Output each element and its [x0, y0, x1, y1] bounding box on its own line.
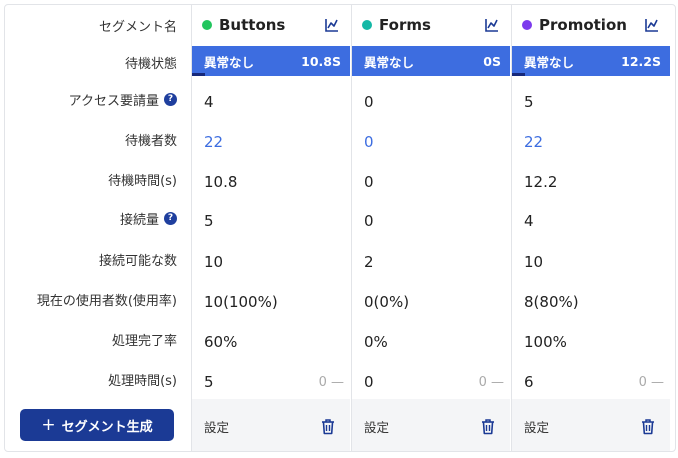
segment-name: Forms — [379, 16, 431, 34]
segment-header: Forms — [352, 5, 510, 45]
wait-time-value: 10.8 — [204, 173, 238, 191]
chart-icon[interactable] — [484, 17, 500, 33]
waiting-count-link[interactable]: 22 — [524, 122, 664, 162]
plus-icon: + — [41, 415, 56, 435]
processing-time-value: 5 0 — — [204, 362, 344, 402]
processing-trend: 0 — — [318, 374, 344, 390]
status-time: 0S — [483, 53, 501, 69]
status-progress-fill — [192, 73, 205, 76]
segment-header: Buttons — [192, 5, 350, 45]
label-processing-time: 処理時間(s) — [108, 373, 177, 389]
label-segment-name: セグメント名 — [98, 19, 177, 35]
segment-header: Promotion — [512, 5, 670, 45]
status-text: 異常なし — [364, 54, 415, 70]
access-requests-value: 5 — [524, 93, 534, 111]
segment-color-dot — [362, 20, 372, 30]
label-connections: 接続量? — [5, 198, 177, 238]
label-current-usage: 現在の使用者数(使用率) — [36, 293, 177, 309]
connections-value: 5 — [204, 212, 214, 230]
label-completion-rate: 処理完了率 — [111, 333, 177, 349]
trash-icon[interactable] — [320, 418, 336, 435]
status-progress-fill — [512, 73, 525, 76]
connectable-value: 2 — [364, 253, 374, 271]
label-access-requests: アクセス要請量? — [5, 79, 177, 119]
segment-footer: 設定 — [512, 399, 670, 451]
processing-time-value: 0 0 — — [364, 362, 504, 402]
segment-name: Promotion — [539, 16, 627, 34]
current-usage-value: 10(100%) — [204, 293, 278, 311]
connections-value: 4 — [524, 212, 534, 230]
segment-table: セグメント名 待機状態 アクセス要請量? 待機者数 待機時間(s) 接続量? 接… — [4, 4, 676, 452]
connections-value: 0 — [364, 212, 374, 230]
segment-name: Buttons — [219, 16, 286, 34]
connectable-value: 10 — [204, 253, 224, 271]
trash-icon[interactable] — [640, 418, 656, 435]
help-icon[interactable]: ? — [164, 211, 177, 225]
wait-status-bar: 異常なし 10.8S — [192, 46, 350, 76]
status-text: 異常なし — [524, 54, 575, 70]
status-text: 異常なし — [204, 54, 255, 70]
wait-time-value: 12.2 — [524, 173, 558, 191]
current-usage-value: 0(0%) — [364, 293, 410, 311]
segment-column: Forms 異常なし 0S 0 0 0 0 2 0(0%) 0% 0 0 — 設… — [351, 5, 510, 451]
settings-link[interactable]: 設定 — [524, 417, 549, 436]
segment-footer: 設定 — [192, 399, 350, 451]
completion-rate-value: 100% — [524, 333, 567, 351]
segment-column: Promotion 異常なし 12.2S 5 22 12.2 4 10 8(80… — [511, 5, 670, 451]
segment-column: Buttons 異常なし 10.8S 4 22 10.8 5 10 10(100… — [191, 5, 350, 451]
label-wait-time: 待機時間(s) — [108, 173, 177, 189]
processing-time-number: 6 — [524, 373, 534, 391]
chart-icon[interactable] — [324, 17, 340, 33]
settings-link[interactable]: 設定 — [204, 417, 229, 436]
completion-rate-value: 0% — [364, 333, 388, 351]
label-connectable: 接続可能な数 — [98, 253, 177, 269]
access-requests-value: 4 — [204, 93, 214, 111]
wait-time-value: 0 — [364, 173, 374, 191]
status-time: 12.2S — [621, 53, 661, 69]
row-labels-column: セグメント名 待機状態 アクセス要請量? 待機者数 待機時間(s) 接続量? 接… — [5, 5, 191, 451]
wait-status-bar: 異常なし 12.2S — [512, 46, 670, 76]
processing-time-number: 0 — [364, 373, 374, 391]
segment-color-dot — [202, 20, 212, 30]
waiting-count-link[interactable]: 0 — [364, 122, 504, 162]
status-time: 10.8S — [301, 53, 341, 69]
processing-time-number: 5 — [204, 373, 214, 391]
wait-status-bar: 異常なし 0S — [352, 46, 510, 76]
settings-link[interactable]: 設定 — [364, 417, 389, 436]
completion-rate-value: 60% — [204, 333, 238, 351]
segment-footer: 設定 — [352, 399, 510, 451]
access-requests-value: 0 — [364, 93, 374, 111]
waiting-count-link[interactable]: 22 — [204, 122, 344, 162]
label-waiting-count: 待機者数 — [124, 133, 177, 149]
label-wait-status: 待機状態 — [124, 56, 177, 72]
chart-icon[interactable] — [644, 17, 660, 33]
processing-trend: 0 — — [478, 374, 504, 390]
processing-trend: 0 — — [638, 374, 664, 390]
create-segment-button[interactable]: + セグメント生成 — [20, 409, 174, 441]
segment-color-dot — [522, 20, 532, 30]
current-usage-value: 8(80%) — [524, 293, 579, 311]
help-icon[interactable]: ? — [164, 92, 177, 106]
connectable-value: 10 — [524, 253, 544, 271]
trash-icon[interactable] — [480, 418, 496, 435]
processing-time-value: 6 0 — — [524, 362, 664, 402]
